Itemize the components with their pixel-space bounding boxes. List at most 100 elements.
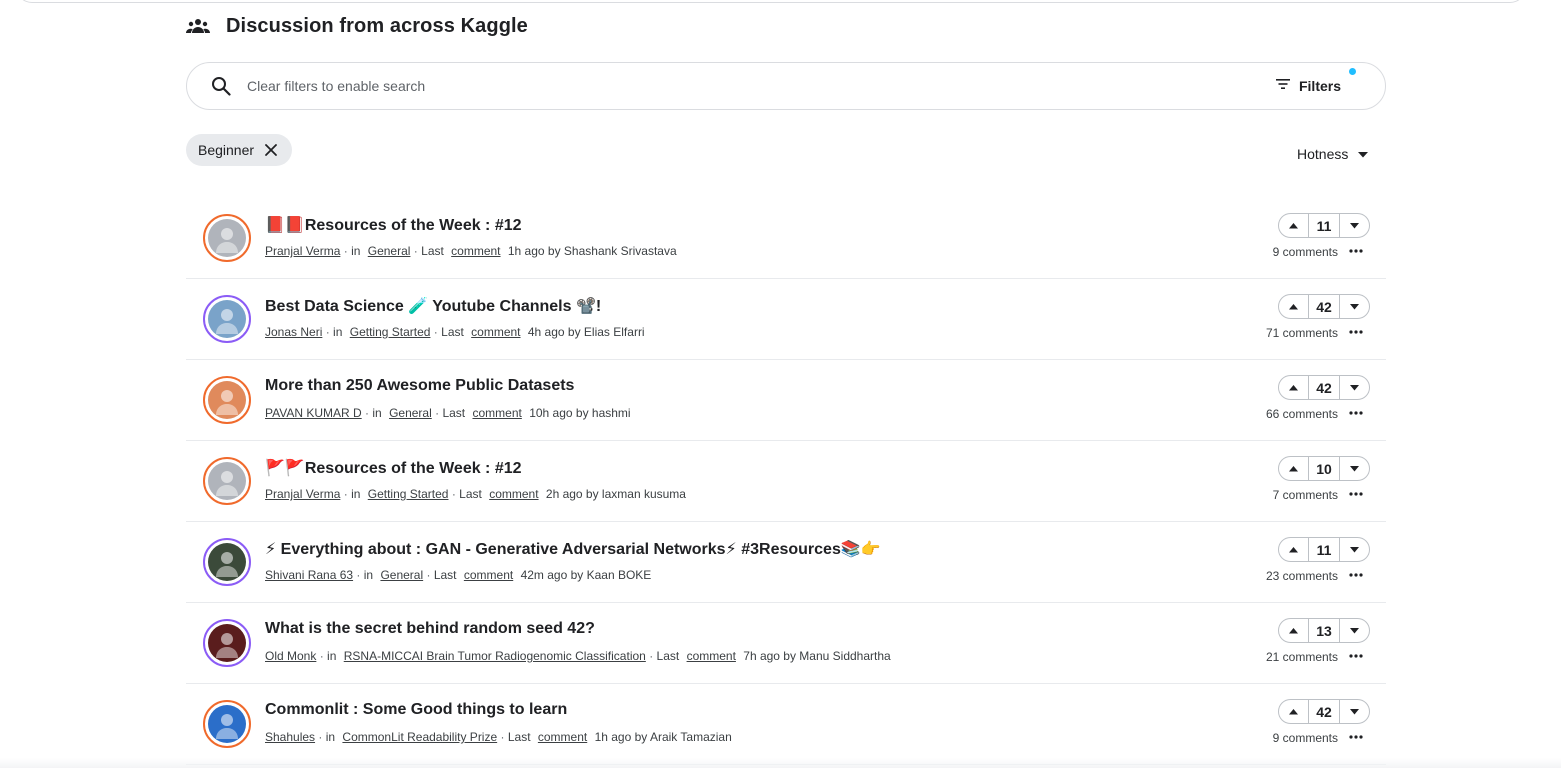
downvote-button[interactable] <box>1340 619 1369 642</box>
comments-count[interactable]: 21 comments <box>1266 650 1338 664</box>
last-comment-link[interactable]: comment <box>464 568 513 582</box>
avatar[interactable] <box>203 700 251 748</box>
topic-title[interactable]: ⚡ Everything about : GAN - Generative Ad… <box>265 539 881 559</box>
topic-title[interactable]: More than 250 Awesome Public Datasets <box>265 377 574 395</box>
comments-count[interactable]: 7 comments <box>1273 488 1338 502</box>
author-link[interactable]: Shivani Rana 63 <box>265 568 353 582</box>
forum-link[interactable]: General <box>389 406 432 420</box>
more-horizontal-icon[interactable] <box>1348 244 1364 258</box>
filter-list-icon <box>1275 77 1291 95</box>
vote-control: 13 <box>1278 618 1370 643</box>
downvote-button[interactable] <box>1340 214 1369 237</box>
last-label: Last <box>421 244 444 258</box>
topic-row[interactable]: What is the secret behind random seed 42… <box>186 603 1386 684</box>
avatar[interactable] <box>203 376 251 424</box>
filters-label: Filters <box>1298 78 1341 94</box>
vote-count: 42 <box>1308 700 1340 723</box>
author-link[interactable]: Old Monk <box>265 649 316 663</box>
comments-count[interactable]: 66 comments <box>1266 407 1338 421</box>
topic-meta: Pranjal Verma · in Getting Started · Las… <box>265 487 686 501</box>
last-comment-time-author: 4h ago by Elias Elfarri <box>527 325 645 339</box>
caret-up-icon <box>1289 708 1298 714</box>
avatar[interactable] <box>203 619 251 667</box>
search-input[interactable] <box>247 78 1275 94</box>
upvote-button[interactable] <box>1279 295 1308 318</box>
topic-title[interactable]: What is the secret behind random seed 42… <box>265 620 595 638</box>
filter-chip-beginner[interactable]: Beginner <box>186 134 293 166</box>
caret-down-icon <box>1358 145 1369 163</box>
vote-count: 11 <box>1308 214 1340 237</box>
in-label: in <box>325 730 336 744</box>
more-horizontal-icon[interactable] <box>1348 649 1364 663</box>
comments-count[interactable]: 71 comments <box>1266 326 1338 340</box>
topic-row[interactable]: 🚩🚩Resources of the Week : #12 Pranjal Ve… <box>186 441 1386 522</box>
last-comment-link[interactable]: comment <box>687 649 736 663</box>
author-link[interactable]: Jonas Neri <box>265 325 322 339</box>
forum-link[interactable]: General <box>380 568 423 582</box>
comments-count[interactable]: 9 comments <box>1273 245 1338 259</box>
close-icon[interactable] <box>264 143 278 157</box>
avatar[interactable] <box>203 538 251 586</box>
forum-link[interactable]: RSNA-MICCAI Brain Tumor Radiogenomic Cla… <box>344 649 646 663</box>
topic-meta: Pranjal Verma · in General · Last commen… <box>265 244 677 258</box>
avatar[interactable] <box>203 214 251 262</box>
upvote-button[interactable] <box>1279 538 1308 561</box>
forum-link[interactable]: CommonLit Readability Prize <box>342 730 497 744</box>
forum-link[interactable]: General <box>368 244 411 258</box>
author-link[interactable]: Pranjal Verma <box>265 487 340 501</box>
more-horizontal-icon[interactable] <box>1348 568 1364 582</box>
separator-dot: · <box>649 649 657 663</box>
comments-count[interactable]: 23 comments <box>1266 569 1338 583</box>
topic-row[interactable]: Best Data Science 🧪 Youtube Channels 📽️!… <box>186 279 1386 360</box>
avatar[interactable] <box>203 457 251 505</box>
more-horizontal-icon[interactable] <box>1348 325 1364 339</box>
author-link[interactable]: Shahules <box>265 730 315 744</box>
comments-count[interactable]: 9 comments <box>1273 731 1338 745</box>
forum-link[interactable]: Getting Started <box>368 487 449 501</box>
topic-row[interactable]: ⚡ Everything about : GAN - Generative Ad… <box>186 522 1386 603</box>
previous-card-edge <box>16 0 1526 3</box>
upvote-button[interactable] <box>1279 376 1308 399</box>
topic-row[interactable]: Commonlit : Some Good things to learn Sh… <box>186 684 1386 765</box>
author-link[interactable]: Pranjal Verma <box>265 244 340 258</box>
topic-row[interactable]: More than 250 Awesome Public Datasets PA… <box>186 360 1386 441</box>
last-comment-link[interactable]: comment <box>451 244 500 258</box>
search-icon <box>211 75 233 97</box>
last-label: Last <box>442 406 466 420</box>
people-group-icon <box>186 16 212 36</box>
topic-row[interactable]: 📕📕Resources of the Week : #12 Pranjal Ve… <box>186 198 1386 279</box>
last-comment-link[interactable]: comment <box>471 325 520 339</box>
downvote-button[interactable] <box>1340 700 1369 723</box>
more-horizontal-icon[interactable] <box>1348 406 1364 420</box>
vote-control: 42 <box>1278 375 1370 400</box>
more-horizontal-icon[interactable] <box>1348 487 1364 501</box>
downvote-button[interactable] <box>1340 538 1369 561</box>
chip-label: Beginner <box>198 142 255 158</box>
forum-link[interactable]: Getting Started <box>350 325 431 339</box>
caret-down-icon <box>1350 222 1359 228</box>
upvote-button[interactable] <box>1279 457 1308 480</box>
sort-dropdown[interactable]: Hotness <box>1297 143 1369 165</box>
avatar[interactable] <box>203 295 251 343</box>
avatar-image <box>208 300 246 338</box>
last-comment-link[interactable]: comment <box>472 406 521 420</box>
last-comment-link[interactable]: comment <box>538 730 587 744</box>
downvote-button[interactable] <box>1340 295 1369 318</box>
upvote-button[interactable] <box>1279 619 1308 642</box>
section-title: Discussion from across Kaggle <box>226 14 528 37</box>
topic-title[interactable]: 📕📕Resources of the Week : #12 <box>265 215 522 235</box>
more-horizontal-icon[interactable] <box>1348 730 1364 744</box>
last-label: Last <box>433 568 457 582</box>
topic-title[interactable]: Commonlit : Some Good things to learn <box>265 701 567 719</box>
downvote-button[interactable] <box>1340 457 1369 480</box>
topic-title[interactable]: Best Data Science 🧪 Youtube Channels 📽️! <box>265 296 601 316</box>
vote-control: 42 <box>1278 294 1370 319</box>
author-link[interactable]: PAVAN KUMAR D <box>265 406 362 420</box>
last-comment-link[interactable]: comment <box>489 487 538 501</box>
filters-button[interactable]: Filters <box>1275 68 1356 95</box>
vote-count: 42 <box>1308 376 1340 399</box>
downvote-button[interactable] <box>1340 376 1369 399</box>
topic-title[interactable]: 🚩🚩Resources of the Week : #12 <box>265 458 522 478</box>
upvote-button[interactable] <box>1279 214 1308 237</box>
upvote-button[interactable] <box>1279 700 1308 723</box>
